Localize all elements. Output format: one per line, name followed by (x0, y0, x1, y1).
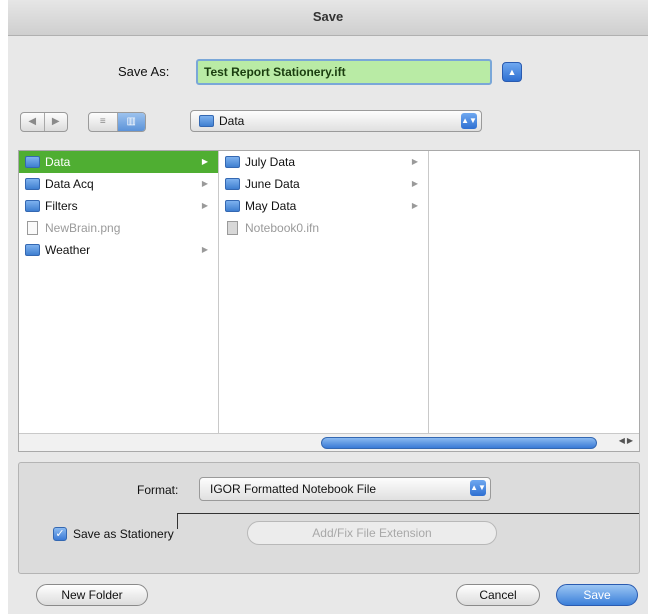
browser-column-1: Data ▶ Data Acq ▶ Filters ▶ NewBrain.png… (19, 151, 219, 433)
navigation-bar: ◀ ▶ ≡ ▥ Data ▲▼ (8, 108, 648, 136)
list-item-june-data[interactable]: June Data ▶ (219, 173, 428, 195)
list-item-label: June Data (245, 177, 300, 191)
list-item-data[interactable]: Data ▶ (19, 151, 218, 173)
folder-icon (225, 200, 240, 212)
filename-input[interactable] (196, 59, 492, 85)
chevron-right-icon: ▶ (201, 179, 208, 188)
chevron-up-icon: ▲ (507, 67, 517, 77)
chevron-right-icon: ▶ (201, 245, 208, 254)
file-browser: Data ▶ Data Acq ▶ Filters ▶ NewBrain.png… (18, 150, 640, 452)
window-title: Save (8, 0, 648, 36)
folder-icon (225, 178, 240, 190)
folder-path-popup[interactable]: Data ▲▼ (190, 110, 482, 132)
list-item-label: Notebook0.ifn (245, 221, 320, 235)
save-as-label: Save As: (118, 64, 170, 79)
list-item-label: Filters (45, 199, 78, 213)
list-item-label: Data Acq (45, 177, 94, 191)
list-item-filters[interactable]: Filters ▶ (19, 195, 218, 217)
list-item-weather[interactable]: Weather ▶ (19, 239, 218, 261)
chevron-right-icon: ▶ (411, 157, 418, 166)
stationery-label[interactable]: Save as Stationery (73, 527, 174, 541)
folder-icon (25, 244, 40, 256)
expand-toggle-button[interactable]: ▲ (502, 62, 522, 82)
checkmark-icon: ✓ (55, 528, 65, 540)
list-item-july-data[interactable]: July Data ▶ (219, 151, 428, 173)
chevron-right-icon: ▶ (411, 201, 418, 210)
list-item-data-acq[interactable]: Data Acq ▶ (19, 173, 218, 195)
browser-column-3 (429, 151, 639, 433)
options-panel: Format: IGOR Formatted Notebook File ▲▼ … (18, 462, 640, 574)
chevron-right-icon: ▶ (411, 179, 418, 188)
save-button[interactable]: Save (556, 584, 638, 606)
back-forward-control: ◀ ▶ (20, 112, 68, 132)
save-dialog: Save Save As: ▲ ◀ ▶ ≡ ▥ Data ▲▼ Data ▶ (8, 0, 648, 614)
folder-icon (225, 156, 240, 168)
format-value: IGOR Formatted Notebook File (210, 482, 377, 496)
view-mode-control: ≡ ▥ (88, 112, 146, 132)
save-as-row: Save As: ▲ (8, 52, 648, 92)
list-item-label: July Data (245, 155, 296, 169)
list-item-may-data[interactable]: May Data ▶ (219, 195, 428, 217)
scroll-arrows-icon[interactable]: ◀▶ (619, 436, 635, 445)
cancel-button[interactable]: Cancel (456, 584, 540, 606)
folder-icon (25, 178, 40, 190)
current-folder-label: Data (219, 114, 245, 128)
popup-arrows-icon: ▲▼ (470, 480, 486, 496)
format-label: Format: (137, 483, 179, 497)
document-icon (227, 221, 238, 235)
list-item-label: NewBrain.png (45, 221, 121, 235)
back-icon[interactable]: ◀ (21, 113, 44, 131)
chevron-right-icon: ▶ (201, 157, 208, 166)
list-item-newbrain: NewBrain.png (19, 217, 218, 239)
format-popup[interactable]: IGOR Formatted Notebook File ▲▼ (199, 477, 491, 501)
chevron-right-icon: ▶ (201, 201, 208, 210)
horizontal-scrollbar[interactable]: ◀▶ (19, 433, 639, 451)
folder-icon (25, 156, 40, 168)
document-icon (27, 221, 38, 235)
list-item-label: May Data (245, 199, 297, 213)
add-fix-extension-button[interactable]: Add/Fix File Extension (247, 521, 497, 545)
scrollbar-thumb[interactable] (321, 437, 597, 449)
list-item-label: Weather (45, 243, 91, 257)
browser-column-2: July Data ▶ June Data ▶ May Data ▶ Noteb… (219, 151, 429, 433)
list-view-icon[interactable]: ≡ (89, 113, 117, 131)
list-item-notebook0: Notebook0.ifn (219, 217, 428, 239)
new-folder-button[interactable]: New Folder (36, 584, 148, 606)
folder-icon (25, 200, 40, 212)
popup-arrows-icon: ▲▼ (461, 113, 477, 129)
callout-line-vertical (177, 513, 178, 529)
stationery-checkbox[interactable]: ✓ (53, 527, 67, 541)
callout-line (177, 513, 639, 514)
forward-icon[interactable]: ▶ (43, 113, 68, 131)
column-view-icon[interactable]: ▥ (116, 113, 145, 131)
list-item-label: Data (45, 155, 71, 169)
folder-icon (199, 115, 214, 127)
